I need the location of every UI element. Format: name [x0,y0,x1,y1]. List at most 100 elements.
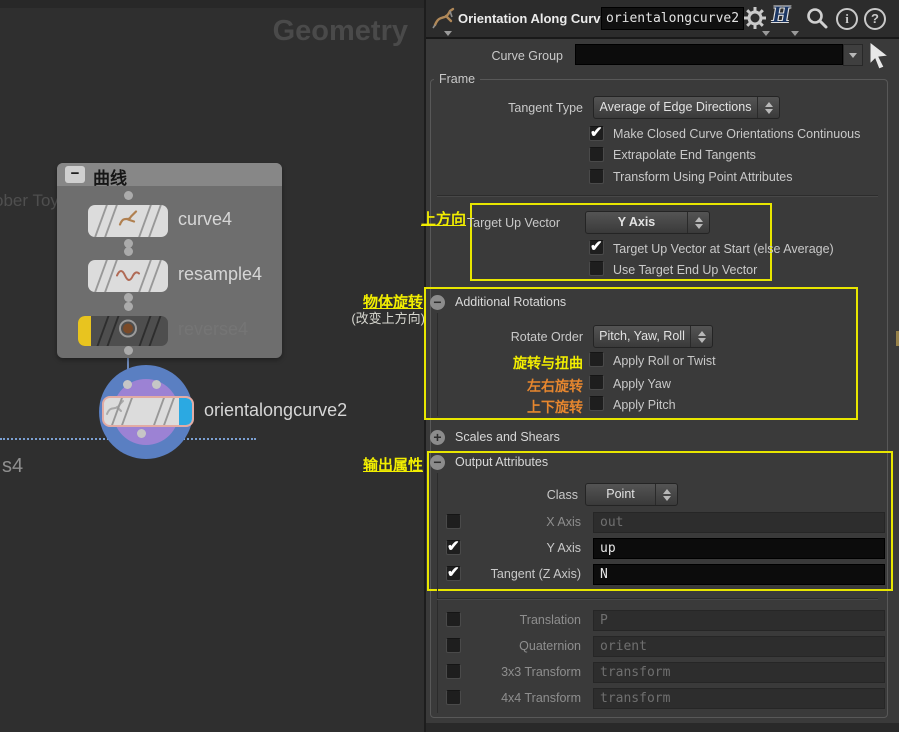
spinner-icon[interactable] [690,326,712,347]
spinner-icon[interactable] [757,97,779,118]
node-curve4[interactable] [88,205,168,237]
x-axis-label: X Axis [546,515,581,529]
node-name-input[interactable] [601,7,744,30]
network-editor-pane[interactable]: Geometry ober Toy s4 − 曲线 curve4 resampl… [0,0,425,732]
input-connector-dot[interactable] [123,380,132,389]
input-connector-dot[interactable] [124,247,133,256]
transform-point-attributes-checkbox[interactable] [589,169,604,184]
annotation-change-up-direction: (改变上方向) [351,311,425,326]
output-connector-dot[interactable] [124,346,133,355]
houdini-logo-icon[interactable]: H [772,2,790,28]
rotate-order-label: Rotate Order [510,330,583,344]
parameter-title: Orientation Along Curve [458,11,608,26]
tangent-z-axis-field[interactable]: N [593,564,885,585]
gear-menu-caret-icon[interactable] [762,31,770,36]
tangent-type-dropdown[interactable]: Average of Edge Directions [593,96,780,119]
target-up-vector-dropdown[interactable]: Y Axis [585,211,710,234]
scales-shears-expand-button[interactable]: + [430,430,445,445]
output-connector-dot[interactable] [124,293,133,302]
translation-label: Translation [519,613,581,627]
reverse-node-icon [117,318,139,345]
node-label-curve4[interactable]: curve4 [178,209,232,230]
node-type-menu-caret-icon[interactable] [444,31,452,36]
node-label-reverse4[interactable]: reverse4 [178,319,248,340]
network-context-watermark: Geometry [272,15,408,47]
select-geometry-arrow-button[interactable] [866,40,894,75]
class-dropdown[interactable]: Point [585,483,678,506]
annotation-output-attributes: 输出属性 [362,457,423,474]
x-axis-field[interactable]: out [593,512,885,533]
network-pane-top-strip [0,0,425,8]
output-attributes-collapse-button[interactable]: − [430,455,445,470]
help-icon[interactable]: ? [864,8,886,30]
tangent-z-axis-label: Tangent (Z Axis) [490,567,581,581]
y-axis-label: Y Axis [546,541,581,555]
resample-node-icon [115,266,141,287]
additional-rotations-title[interactable]: Additional Rotations [455,295,566,309]
node-orientalongcurve2[interactable] [102,396,194,427]
apply-pitch-label: Apply Pitch [613,398,676,412]
display-flag[interactable] [179,398,192,425]
class-label: Class [546,488,578,502]
target-up-vector-label: Target Up Vector [466,216,560,230]
y-axis-field[interactable]: up [593,538,885,559]
houdini-window: Geometry ober Toy s4 − 曲线 curve4 resampl… [0,0,899,732]
tangent-type-label: Tangent Type [508,101,583,115]
apply-yaw-label: Apply Yaw [613,377,671,391]
output-attributes-title[interactable]: Output Attributes [455,455,548,469]
input-connector-dot[interactable] [152,380,161,389]
apply-roll-or-twist-label: Apply Roll or Twist [613,354,716,368]
use-target-end-up-label: Use Target End Up Vector [613,263,758,277]
use-target-end-up-checkbox[interactable] [589,261,604,276]
annotation-roll-twist: 旋转与扭曲 [513,355,583,371]
parameter-pane-bottom-band [426,723,899,732]
target-up-at-start-label: Target Up Vector at Start (else Average) [613,242,834,256]
dropdown-arrow-icon [849,52,857,58]
node-reverse4[interactable] [78,316,168,346]
make-closed-curve-checkbox[interactable]: ✔ [589,124,604,141]
3x3-transform-field[interactable]: transform [593,662,885,683]
apply-yaw-checkbox[interactable] [589,375,604,390]
info-icon[interactable]: i [836,8,858,30]
rotate-order-dropdown[interactable]: Pitch, Yaw, Roll [593,325,713,348]
4x4-transform-field[interactable]: transform [593,688,885,709]
node-resample4[interactable] [88,260,168,292]
clipped-networkbox-label[interactable]: ober Toy [0,191,59,211]
3x3-transform-label: 3x3 Transform [501,665,581,679]
extrapolate-end-tangents-label: Extrapolate End Tangents [613,148,756,162]
node-label-resample4[interactable]: resample4 [178,264,262,285]
spinner-icon[interactable] [687,212,709,233]
extrapolate-end-tangents-checkbox[interactable] [589,147,604,162]
quaternion-label: Quaternion [519,639,581,653]
houdini-menu-caret-icon[interactable] [791,31,799,36]
annotation-left-right-rotate: 左右旋转 [527,378,583,394]
network-box-title[interactable]: 曲线 [93,164,127,189]
network-box-header[interactable]: − 曲线 [57,163,282,189]
input-connector-dot[interactable] [124,191,133,200]
network-box-collapse-button[interactable]: − [65,166,85,183]
apply-roll-or-twist-checkbox[interactable] [589,352,604,367]
additional-rotations-collapse-button[interactable]: − [430,295,445,310]
search-icon[interactable] [805,6,829,35]
curve-group-label: Curve Group [491,49,563,63]
curve-group-dropdown-button[interactable] [843,44,863,66]
node-label-orientalongcurve2[interactable]: orientalongcurve2 [204,400,347,421]
target-up-at-start-checkbox[interactable]: ✔ [589,238,604,255]
scales-shears-title[interactable]: Scales and Shears [455,430,560,444]
apply-pitch-checkbox[interactable] [589,396,604,411]
translation-field[interactable]: P [593,610,885,631]
section-indent-guide [437,313,438,416]
4x4-transform-label: 4x4 Transform [501,691,581,705]
transform-point-attributes-label: Transform Using Point Attributes [613,170,793,184]
curve-group-input[interactable] [575,44,843,65]
quaternion-field[interactable]: orient [593,636,885,657]
clipped-node-label[interactable]: s4 [2,455,23,478]
frame-group-legend: Frame [434,72,481,86]
separator [437,195,878,197]
make-closed-curve-label: Make Closed Curve Orientations Continuou… [613,127,861,141]
curve-node-icon [116,209,140,234]
spinner-icon[interactable] [655,484,677,505]
input-connector-dot[interactable] [124,302,133,311]
template-flag[interactable] [78,316,91,346]
output-connector-dot[interactable] [137,429,146,438]
